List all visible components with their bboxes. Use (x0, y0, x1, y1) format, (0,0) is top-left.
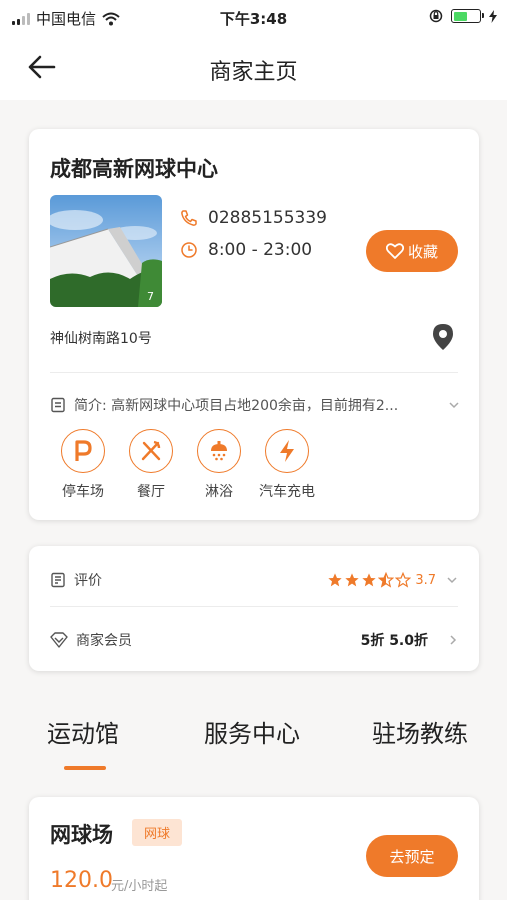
phone-number: 02885155339 (208, 208, 327, 228)
amenity-label: 停车场 (62, 484, 104, 500)
review-member-card: 评价 3.7 商家会员 5折 5.0折 (29, 546, 479, 671)
document-icon (51, 397, 65, 413)
rating-value: 3.7 (415, 572, 436, 588)
chevron-down-icon (447, 577, 457, 584)
phone-icon (181, 210, 197, 226)
court-name: 网球场 (50, 823, 113, 847)
orientation-lock-icon (429, 9, 443, 23)
status-bar: 中国电信 下午3:48 (0, 0, 507, 34)
amenity-parking: 停车场 (48, 429, 118, 501)
membership-label: 商家会员 (76, 633, 132, 649)
book-button[interactable]: 去预定 (366, 835, 458, 877)
chevron-down-icon (449, 402, 459, 409)
venue-photo[interactable]: 7 (50, 195, 162, 307)
court-price: 120.0 (50, 868, 113, 893)
review-label: 评价 (74, 573, 102, 589)
battery-icon (451, 9, 484, 23)
intro-row[interactable]: 简介: 高新网球中心项目占地200余亩，目前拥有2... (50, 395, 460, 415)
venue-photo-image (50, 210, 162, 307)
star-full-icon (362, 573, 376, 587)
charging-bolt-icon (489, 9, 497, 23)
tab-sports-hall[interactable]: 运动馆 (47, 714, 119, 749)
price-unit: 元/小时起 (111, 879, 168, 894)
card-divider (50, 372, 458, 373)
rating-stars (327, 572, 412, 588)
amenity-label: 汽车充电 (259, 484, 315, 500)
diamond-icon (50, 632, 68, 648)
review-row[interactable]: 评价 3.7 (50, 570, 458, 590)
shower-icon (197, 429, 241, 473)
favorite-button[interactable]: 收藏 (366, 230, 458, 272)
charging-icon (265, 429, 309, 473)
star-full-icon (345, 573, 359, 587)
court-card: 网球场 网球 120.0 元/小时起 去预定 (29, 797, 479, 900)
chevron-right-icon (450, 635, 457, 645)
venue-address: 神仙树南路10号 (50, 331, 152, 347)
photo-count-badge: 7 (147, 290, 154, 303)
review-icon (51, 572, 65, 588)
tab-service-center[interactable]: 服务中心 (204, 714, 300, 749)
star-half-icon (378, 572, 395, 588)
hours-row: 8:00 - 23:00 (180, 240, 312, 260)
restaurant-icon (129, 429, 173, 473)
heart-icon (385, 243, 404, 259)
amenity-label: 餐厅 (137, 484, 165, 500)
amenity-restaurant: 餐厅 (116, 429, 186, 501)
membership-row[interactable]: 商家会员 5折 5.0折 (50, 630, 458, 650)
nav-bar: 商家主页 (0, 34, 507, 100)
membership-discount: 5折 5.0折 (360, 633, 428, 649)
location-pin-icon[interactable] (431, 323, 455, 351)
phone-row[interactable]: 02885155339 (180, 208, 327, 228)
active-tab-indicator (64, 766, 106, 770)
tab-resident-coach[interactable]: 驻场教练 (372, 714, 468, 749)
venue-name: 成都高新网球中心 (50, 157, 218, 181)
star-full-icon (328, 573, 342, 587)
parking-icon (61, 429, 105, 473)
favorite-label: 收藏 (407, 242, 438, 261)
amenity-charging: 汽车充电 (252, 429, 322, 501)
sport-tag: 网球 (132, 819, 183, 846)
page-title: 商家主页 (209, 60, 298, 85)
intro-text: 简介: 高新网球中心项目占地200余亩，目前拥有2... (74, 398, 399, 414)
star-empty-icon (395, 572, 412, 588)
card-divider (50, 606, 458, 607)
opening-hours: 8:00 - 23:00 (208, 240, 313, 260)
section-tabs: 运动馆 服务中心 驻场教练 (0, 714, 507, 774)
amenity-label: 淋浴 (205, 484, 233, 500)
clock-icon (181, 242, 197, 258)
amenity-shower: 淋浴 (184, 429, 254, 501)
venue-info-card: 成都高新网球中心 7 02885155339 8:00 - 23:00 收藏 神… (29, 129, 479, 520)
